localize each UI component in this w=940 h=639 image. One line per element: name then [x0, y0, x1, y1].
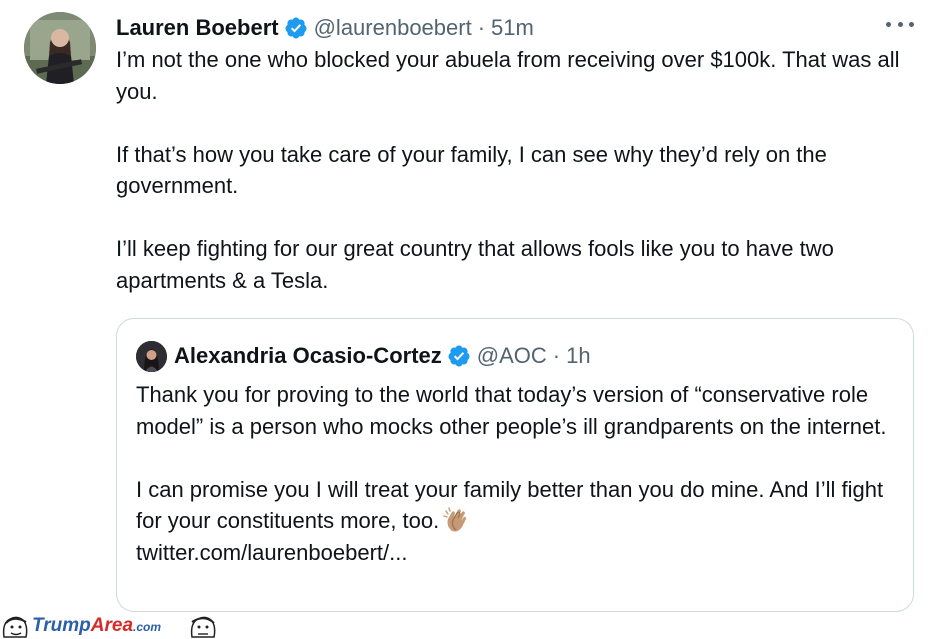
verified-badge-icon	[447, 344, 471, 368]
quoted-author-avatar[interactable]	[136, 341, 167, 372]
quoted-author-name[interactable]: Alexandria Ocasio-Cortez	[174, 343, 442, 369]
quoted-link[interactable]: twitter.com/laurenboebert/...	[136, 540, 407, 565]
tweet-paragraph: If that’s how you take care of your fami…	[116, 141, 827, 199]
tweet-text: I’m not the one who blocked your abuela …	[116, 44, 916, 296]
quoted-tweet-header: Alexandria Ocasio-Cortez @AOC · 1h	[174, 341, 591, 371]
quoted-paragraph-container: I can promise you I will treat your fami…	[136, 474, 896, 569]
more-horizontal-icon[interactable]	[886, 14, 914, 34]
clapping-hands-icon	[443, 506, 471, 534]
header-separator: ·	[477, 15, 486, 40]
tweet-header: Lauren Boebert @laurenboebert · 51m	[116, 13, 534, 43]
verified-badge-icon	[284, 16, 308, 40]
watermark-logo: TrumpArea.com	[32, 616, 161, 637]
quoted-tweet-text: Thank you for proving to the world that …	[136, 379, 896, 568]
tweet[interactable]: Lauren Boebert @laurenboebert · 51m I’m …	[0, 0, 940, 613]
quoted-author-handle[interactable]: @AOC	[477, 343, 547, 369]
tweet-paragraph: I’ll keep fighting for our great country…	[116, 236, 834, 293]
quoted-paragraph: I can promise you I will treat your fami…	[136, 476, 884, 534]
watermark-suffix: .com	[133, 620, 162, 634]
cartoon-face-icon	[188, 613, 218, 639]
quoted-paragraph: Thank you for proving to the world that …	[136, 382, 887, 439]
tweet-timestamp[interactable]: 51m	[491, 15, 534, 41]
watermark-trump: Trump	[32, 615, 91, 636]
author-avatar[interactable]	[24, 12, 96, 84]
author-name[interactable]: Lauren Boebert	[116, 15, 279, 41]
watermark-area: Area	[90, 615, 134, 636]
author-handle[interactable]: @laurenboebert	[314, 15, 472, 41]
quoted-tweet[interactable]: Alexandria Ocasio-Cortez @AOC · 1h Thank…	[116, 318, 914, 612]
cartoon-face-icon	[0, 613, 30, 639]
tweet-paragraph: I’m not the one who blocked your abuela …	[116, 47, 900, 104]
quoted-tweet-timestamp[interactable]: 1h	[566, 343, 590, 369]
header-separator: ·	[552, 343, 561, 368]
watermark-bar: TrumpArea.com	[0, 613, 940, 639]
